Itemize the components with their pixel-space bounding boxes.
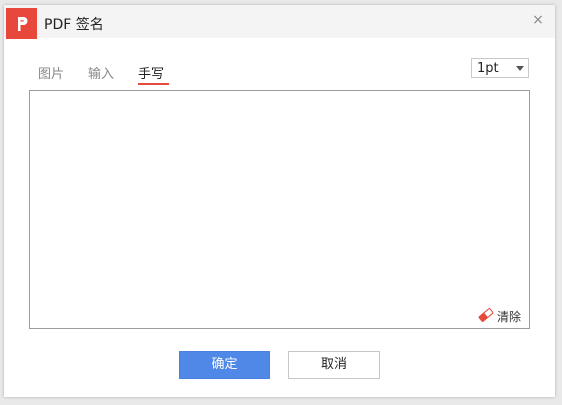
dialog-title: PDF 签名 [44,17,104,33]
pdf-signature-dialog: PDF 签名 × 图片 输入 手写 1pt 清除 确定 取消 [4,5,555,397]
tab-image[interactable]: 图片 [38,63,64,82]
chevron-down-icon [516,66,524,71]
tab-handwritten[interactable]: 手写 [138,63,164,82]
pdf-app-logo-icon [6,8,37,39]
tab-typed[interactable]: 输入 [88,63,114,82]
close-icon[interactable]: × [531,13,545,27]
pen-width-value: 1pt [477,61,499,76]
ok-button[interactable]: 确定 [179,351,270,379]
handwriting-canvas[interactable]: 清除 [29,90,530,329]
title-bar: PDF 签名 × [4,5,555,39]
clear-label: 清除 [496,309,521,324]
clear-button[interactable]: 清除 [478,307,521,325]
cancel-button[interactable]: 取消 [288,351,380,379]
eraser-icon [478,307,494,325]
active-tab-indicator [138,83,169,85]
pen-width-select[interactable]: 1pt [471,58,529,78]
